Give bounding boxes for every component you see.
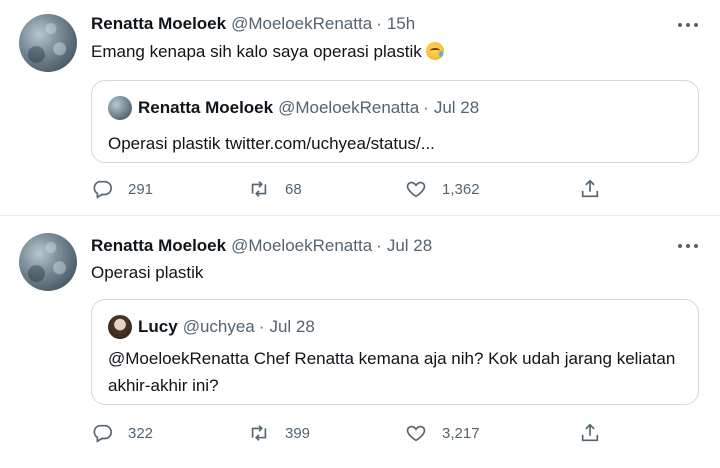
- quoted-tweet[interactable]: Renatta Moeloek @MoeloekRenatta · Jul 28…: [91, 80, 699, 163]
- retweet-count: 399: [285, 424, 311, 442]
- heart-icon: [406, 181, 426, 198]
- quoted-author-name: Renatta Moeloek: [138, 98, 274, 117]
- like-button[interactable]: 3,217: [405, 422, 480, 444]
- reply-count: 291: [128, 180, 154, 198]
- author-handle[interactable]: @MoeloekRenatta: [231, 14, 372, 34]
- retweet-count: 68: [285, 180, 302, 198]
- reply-icon: [93, 424, 112, 443]
- separator: ·: [376, 14, 382, 33]
- quoted-timestamp: Jul 28: [433, 98, 480, 117]
- retweet-icon: [251, 181, 267, 197]
- more-options-icon[interactable]: [678, 241, 698, 251]
- separator: ·: [423, 98, 429, 117]
- tweet-text: Operasi plastik: [91, 263, 204, 282]
- share-button[interactable]: [579, 178, 601, 200]
- quoted-tweet[interactable]: Lucy @uchyea · Jul 28 @MoeloekRenatta Ch…: [91, 299, 699, 405]
- author-name[interactable]: Renatta Moeloek: [91, 14, 226, 34]
- quoted-tweet-header: Lucy @uchyea · Jul 28: [108, 315, 315, 339]
- quoted-tweet-text: Operasi plastik twitter.com/uchyea/statu…: [108, 134, 435, 153]
- retweet-button[interactable]: 399: [248, 422, 310, 444]
- author-name[interactable]: Renatta Moeloek: [91, 236, 226, 256]
- quoted-timestamp: Jul 28: [269, 317, 315, 336]
- tweet-actions: 322 399 3,217: [91, 422, 611, 446]
- heart-icon: [406, 425, 426, 442]
- quoted-author-handle: @MoeloekRenatta: [278, 98, 420, 117]
- like-count: 3,217: [442, 424, 480, 442]
- tweet-divider: [0, 215, 720, 216]
- quoted-author-handle: @uchyea: [182, 317, 255, 336]
- author-handle[interactable]: @MoeloekRenatta: [231, 236, 372, 256]
- more-options-icon[interactable]: [678, 20, 698, 30]
- avatar[interactable]: [19, 233, 77, 291]
- tweet[interactable]: Renatta Moeloek @MoeloekRenatta · 15h Em…: [0, 0, 720, 216]
- tweet-header: Renatta Moeloek @MoeloekRenatta · 15h: [91, 14, 415, 34]
- like-button[interactable]: 1,362: [405, 178, 480, 200]
- tweet[interactable]: Renatta Moeloek @MoeloekRenatta · Jul 28…: [0, 217, 720, 468]
- avatar: [108, 315, 132, 339]
- retweet-button[interactable]: 68: [248, 178, 302, 200]
- share-icon: [581, 423, 599, 442]
- retweet-icon: [251, 425, 267, 441]
- reply-button[interactable]: 291: [91, 178, 153, 200]
- quoted-author-name: Lucy: [138, 317, 178, 336]
- separator: ·: [376, 236, 382, 255]
- avatar: [108, 96, 132, 120]
- share-button[interactable]: [579, 422, 601, 444]
- like-count: 1,362: [442, 180, 480, 198]
- reply-button[interactable]: 322: [91, 422, 153, 444]
- timestamp[interactable]: 15h: [387, 14, 415, 34]
- timestamp[interactable]: Jul 28: [387, 236, 432, 256]
- share-icon: [581, 179, 599, 198]
- avatar[interactable]: [19, 14, 77, 72]
- reply-icon: [93, 180, 112, 199]
- tweet-header: Renatta Moeloek @MoeloekRenatta · Jul 28: [91, 236, 432, 256]
- quoted-tweet-header: Renatta Moeloek @MoeloekRenatta · Jul 28: [108, 96, 479, 120]
- separator: ·: [258, 317, 265, 336]
- tweet-text: Emang kenapa sih kalo saya operasi plast…: [91, 42, 444, 62]
- quoted-tweet-text: @MoeloekRenatta Chef Renatta kemana aja …: [108, 349, 676, 395]
- reply-count: 322: [128, 424, 154, 442]
- tweet-text-content: Emang kenapa sih kalo saya operasi plast…: [91, 42, 422, 61]
- tweet-actions: 291 68 1,362: [91, 178, 611, 202]
- crying-face-emoji-icon: [425, 42, 444, 60]
